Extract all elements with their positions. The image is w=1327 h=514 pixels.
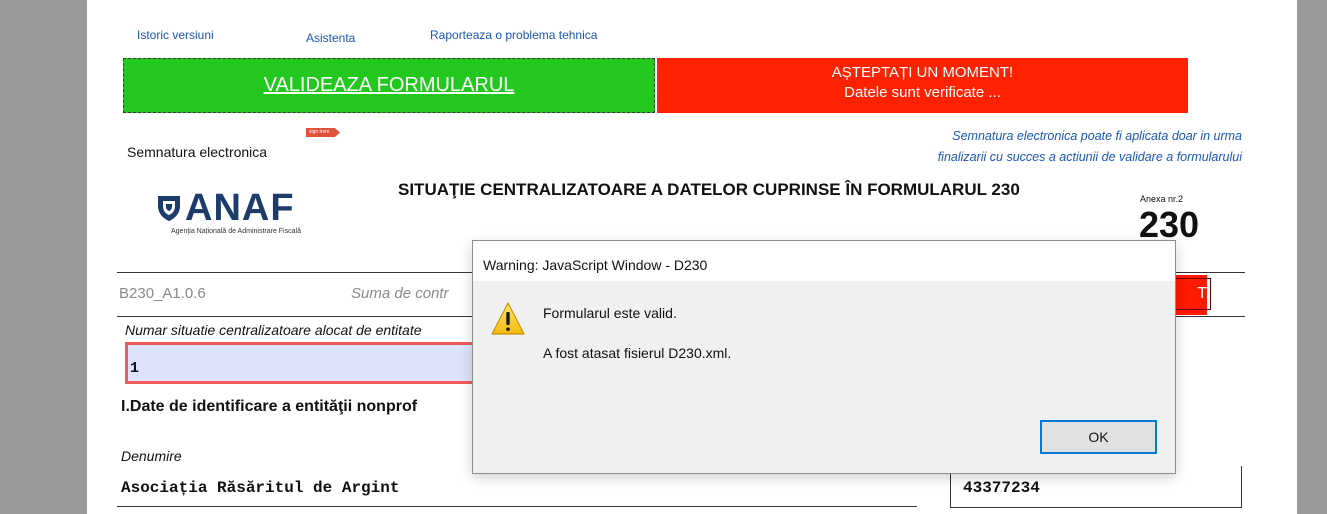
report-number-label: Numar situatie centralizatoare alocat de…	[125, 322, 422, 338]
wait-status-title: AȘTEPTAȚI UN MOMENT!	[831, 64, 1014, 81]
signature-note-line2: finalizarii cu succes a actiunii de vali…	[937, 150, 1242, 164]
report-problem-link[interactable]: Raporteaza o problema tehnica	[430, 28, 597, 42]
anaf-subtitle: Agenția Națională de Administrare Fiscal…	[171, 228, 301, 235]
denumire-underline	[117, 506, 917, 507]
wait-status-panel: AȘTEPTAȚI UN MOMENT! Datele sunt verific…	[657, 58, 1188, 113]
wait-status-subtitle: Datele sunt verificate ...	[844, 84, 1001, 101]
warning-icon	[491, 302, 525, 335]
viewer-gutter-right	[1297, 0, 1327, 514]
dialog-message-attached: A fost atasat fisierul D230.xml.	[543, 345, 732, 361]
signature-marker-icon[interactable]: sign here	[306, 128, 340, 137]
form-code: B230_A1.0.6	[119, 285, 206, 302]
anaf-wordmark: ANAF	[185, 187, 295, 229]
validate-form-button[interactable]: VALIDEAZA FORMULARUL	[123, 58, 655, 113]
help-link[interactable]: Asistenta	[306, 31, 355, 45]
anaf-logo: ANAF Agenția Națională de Administrare F…	[157, 188, 347, 238]
section-identification-title: I.Date de identificare a entităţii nonpr…	[121, 398, 418, 415]
signature-label: Semnatura electronica	[127, 144, 268, 160]
form-number: 230	[1139, 204, 1200, 245]
javascript-warning-dialog: Warning: JavaScript Window - D230 Formul…	[472, 240, 1176, 474]
denumire-label: Denumire	[121, 448, 182, 464]
dialog-titlebar[interactable]: Warning: JavaScript Window - D230	[473, 241, 1175, 281]
dialog-message-valid: Formularul este valid.	[543, 305, 677, 321]
viewer-gutter-left	[0, 0, 87, 514]
document-title: SITUAŢIE CENTRALIZATOARE A DATELOR CUPRI…	[398, 180, 1020, 199]
anaf-shield-icon	[158, 196, 180, 221]
dialog-title: Warning: JavaScript Window - D230	[483, 257, 708, 273]
validate-form-label: VALIDEAZA FORMULARUL	[263, 74, 515, 96]
ok-button[interactable]: OK	[1040, 420, 1157, 454]
signature-note-line1: Semnatura electronica poate fi aplicata …	[952, 129, 1242, 143]
report-number-input[interactable]	[125, 342, 485, 384]
denumire-field[interactable]: Asociația Răsăritul de Argint	[121, 479, 399, 497]
signature-note: Semnatura electronica poate fi aplicata …	[807, 126, 1242, 168]
cif-value: 43377234	[963, 479, 1040, 497]
anexa-label: Anexa nr.2	[1140, 194, 1184, 204]
history-link[interactable]: Istoric versiuni	[137, 28, 214, 42]
control-sum-label: Suma de contr	[351, 285, 449, 302]
